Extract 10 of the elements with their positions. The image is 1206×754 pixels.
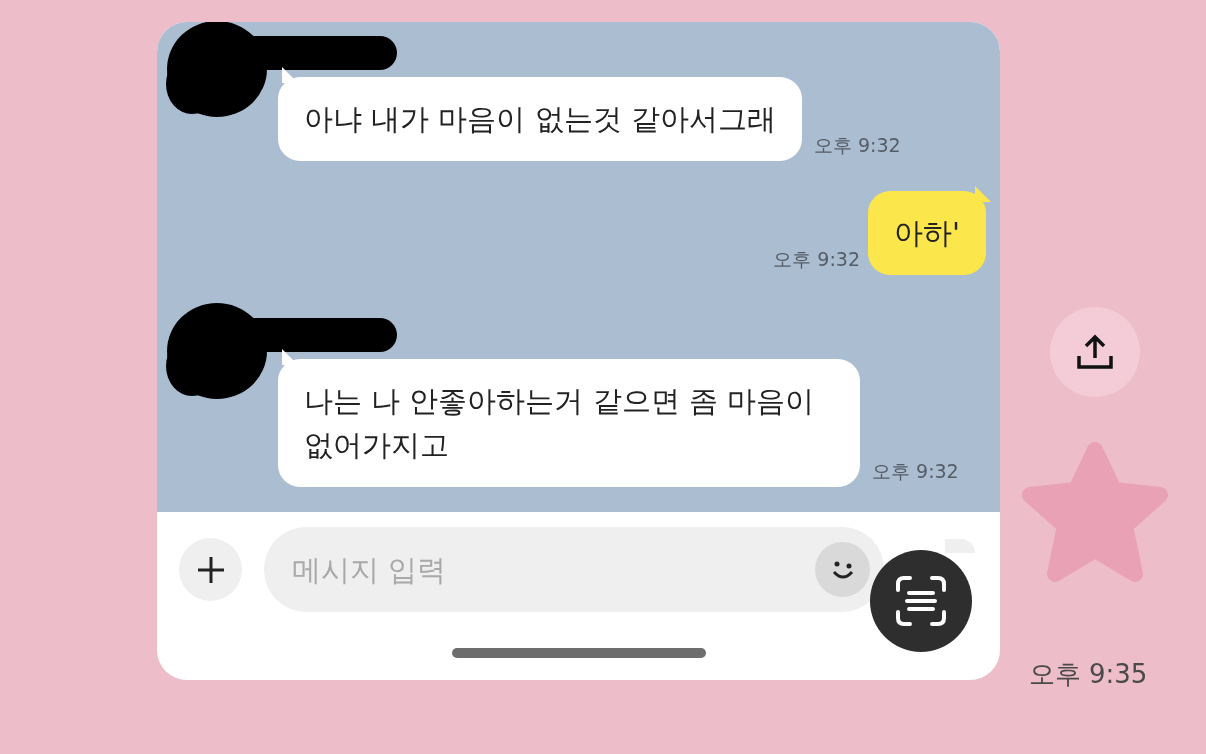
message-input[interactable]: 메시지 입력 [264, 527, 884, 612]
bubble-tail [975, 186, 991, 202]
message-time: 오후 9:32 [872, 459, 959, 484]
share-icon [1075, 332, 1115, 372]
star-icon [1020, 442, 1170, 582]
message-time: 오후 9:32 [773, 247, 860, 272]
message-time: 오후 9:35 [1028, 658, 1148, 691]
plus-icon [195, 554, 226, 585]
scan-text-icon [894, 574, 948, 628]
message-time: 오후 9:32 [813, 133, 901, 158]
